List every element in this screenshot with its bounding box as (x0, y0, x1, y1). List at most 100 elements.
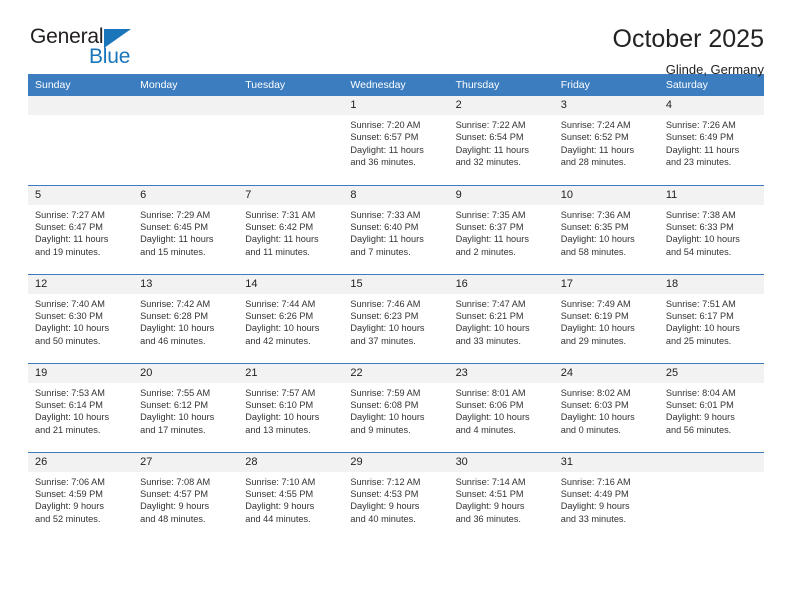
daylight-duration-line1: Daylight: 11 hours (665, 144, 740, 155)
sunset-time: Sunset: 4:57 PM (140, 488, 209, 499)
sunrise-time: Sunrise: 7:38 AM (665, 209, 736, 220)
calendar-day-cell-empty (133, 96, 239, 185)
calendar-day-cell[interactable]: 7 Sunrise: 7:31 AM Sunset: 6:42 PM Daylight… (238, 184, 344, 274)
day-number: 3 (553, 96, 659, 115)
daylight-duration-line1: Daylight: 9 hours (35, 501, 104, 512)
calendar-week-row: 5 Sunrise: 7:27 AM Sunset: 6:47 PM Daylight… (28, 184, 764, 274)
calendar-day-cell[interactable]: 11 Sunrise: 7:38 AM Sunset: 6:33 PM Dayligh… (658, 184, 764, 274)
sunset-time: Sunset: 6:17 PM (665, 310, 734, 321)
daylight-duration-line2: and 46 minutes. (140, 335, 206, 346)
calendar-day-cell[interactable]: 4 Sunrise: 7:26 AM Sunset: 6:49 PM Daylight… (658, 96, 764, 185)
calendar-day-cell[interactable]: 22 Sunrise: 7:59 AM Sunset: 6:08 PM Dayligh… (343, 362, 449, 452)
calendar-week-row: 12 Sunrise: 7:40 AM Sunset: 6:30 PM Dayligh… (28, 273, 764, 363)
calendar-body: 1 Sunrise: 7:20 AM Sunset: 6:57 PM Daylight… (28, 96, 764, 541)
sunrise-time: Sunrise: 7:06 AM (35, 476, 105, 487)
sunset-time: Sunset: 4:53 PM (350, 488, 419, 499)
day-number: 14 (238, 274, 344, 294)
daylight-duration-line1: Daylight: 10 hours (35, 412, 110, 423)
day-number: 29 (343, 452, 449, 472)
calendar-day-cell[interactable]: 14 Sunrise: 7:44 AM Sunset: 6:26 PM Dayligh… (238, 273, 344, 363)
calendar-day-cell[interactable]: 18 Sunrise: 7:51 AM Sunset: 6:17 PM Dayligh… (658, 273, 764, 363)
calendar-day-cell[interactable]: 23 Sunrise: 8:01 AM Sunset: 6:06 PM Dayligh… (448, 362, 554, 452)
sunset-time: Sunset: 4:49 PM (560, 488, 629, 499)
calendar-day-cell[interactable]: 16 Sunrise: 7:47 AM Sunset: 6:21 PM Dayligh… (448, 273, 554, 363)
sunset-time: Sunset: 6:37 PM (455, 221, 524, 232)
sunset-time: Sunset: 6:28 PM (140, 310, 209, 321)
calendar-day-cell[interactable]: 21 Sunrise: 7:57 AM Sunset: 6:10 PM Dayligh… (238, 362, 344, 452)
page-header: General Blue October 2025 Glinde, German… (28, 0, 765, 76)
daylight-duration-line1: Daylight: 9 hours (455, 501, 525, 512)
daylight-duration-line2: and 25 minutes. (665, 335, 732, 346)
day-number (28, 96, 134, 115)
calendar-day-cell[interactable]: 1 Sunrise: 7:20 AM Sunset: 6:57 PM Daylight… (343, 96, 449, 185)
day-details: Sunrise: 7:20 AM Sunset: 6:57 PM Daylight:… (343, 115, 448, 169)
calendar-day-cell[interactable]: 26 Sunrise: 7:06 AM Sunset: 4:59 PM Dayligh… (28, 451, 134, 541)
sunset-time: Sunset: 4:59 PM (35, 488, 103, 499)
day-number: 22 (343, 363, 449, 383)
day-number: 2 (448, 96, 554, 115)
daylight-duration-line2: and 28 minutes. (560, 157, 627, 168)
calendar-day-cell[interactable]: 3 Sunrise: 7:24 AM Sunset: 6:52 PM Daylight… (553, 96, 659, 185)
calendar-day-cell[interactable]: 10 Sunrise: 7:36 AM Sunset: 6:35 PM Dayligh… (553, 184, 659, 274)
sunset-time: Sunset: 6:01 PM (665, 399, 734, 410)
daylight-duration-line2: and 40 minutes. (350, 513, 416, 524)
calendar-day-cell[interactable]: 29 Sunrise: 7:12 AM Sunset: 4:53 PM Dayligh… (343, 451, 449, 541)
calendar-day-cell[interactable]: 9 Sunrise: 7:35 AM Sunset: 6:37 PM Daylight… (448, 184, 554, 274)
day-number: 26 (28, 452, 134, 472)
daylight-duration-line2: and 32 minutes. (455, 157, 521, 168)
daylight-duration-line1: Daylight: 10 hours (455, 323, 530, 334)
calendar-day-cell[interactable]: 24 Sunrise: 8:02 AM Sunset: 6:03 PM Dayligh… (553, 362, 659, 452)
daylight-duration-line2: and 9 minutes. (350, 424, 411, 435)
weekday-header-wednesday: Wednesday (343, 74, 449, 96)
sunset-time: Sunset: 6:21 PM (455, 310, 524, 321)
calendar-week-row: 19 Sunrise: 7:53 AM Sunset: 6:14 PM Dayligh… (28, 362, 764, 452)
logo-text-blue: Blue (89, 45, 131, 68)
calendar-day-cell[interactable]: 12 Sunrise: 7:40 AM Sunset: 6:30 PM Dayligh… (28, 273, 134, 363)
day-details: Sunrise: 7:10 AM Sunset: 4:55 PM Daylight:… (238, 472, 343, 526)
sunset-time: Sunset: 6:40 PM (350, 221, 419, 232)
calendar-day-cell[interactable]: 15 Sunrise: 7:46 AM Sunset: 6:23 PM Dayligh… (343, 273, 449, 363)
calendar-day-cell[interactable]: 28 Sunrise: 7:10 AM Sunset: 4:55 PM Dayligh… (238, 451, 344, 541)
calendar-day-cell[interactable]: 17 Sunrise: 7:49 AM Sunset: 6:19 PM Dayligh… (553, 273, 659, 363)
day-details: Sunrise: 7:12 AM Sunset: 4:53 PM Daylight:… (343, 472, 448, 526)
calendar-day-cell[interactable]: 2 Sunrise: 7:22 AM Sunset: 6:54 PM Daylight… (448, 96, 554, 185)
calendar-day-cell-empty (658, 451, 764, 541)
day-number: 18 (658, 274, 764, 294)
logo-text-general: General (30, 25, 104, 48)
sunset-time: Sunset: 6:26 PM (245, 310, 314, 321)
sunrise-time: Sunrise: 7:24 AM (560, 120, 631, 130)
calendar-day-cell[interactable]: 19 Sunrise: 7:53 AM Sunset: 6:14 PM Dayligh… (28, 362, 134, 452)
day-details: Sunrise: 7:26 AM Sunset: 6:49 PM Daylight:… (659, 115, 764, 169)
sunrise-time: Sunrise: 7:59 AM (350, 387, 421, 398)
sunrise-time: Sunrise: 7:51 AM (665, 298, 736, 309)
sunset-time: Sunset: 6:03 PM (560, 399, 629, 410)
daylight-duration-line1: Daylight: 11 hours (455, 144, 529, 155)
daylight-duration-line2: and 44 minutes. (245, 513, 311, 524)
calendar-day-cell[interactable]: 25 Sunrise: 8:04 AM Sunset: 6:01 PM Dayligh… (658, 362, 764, 452)
daylight-duration-line2: and 33 minutes. (560, 513, 627, 524)
calendar-day-cell[interactable]: 27 Sunrise: 7:08 AM Sunset: 4:57 PM Dayligh… (133, 451, 239, 541)
sunset-time: Sunset: 6:35 PM (560, 221, 629, 232)
day-number (238, 96, 344, 115)
day-details: Sunrise: 7:46 AM Sunset: 6:23 PM Daylight:… (343, 294, 448, 348)
calendar-day-cell[interactable]: 31 Sunrise: 7:16 AM Sunset: 4:49 PM Dayligh… (553, 451, 659, 541)
calendar-day-cell[interactable]: 30 Sunrise: 7:14 AM Sunset: 4:51 PM Dayligh… (448, 451, 554, 541)
daylight-duration-line2: and 58 minutes. (560, 246, 627, 257)
daylight-duration-line2: and 50 minutes. (35, 335, 101, 346)
sunrise-time: Sunrise: 7:31 AM (245, 209, 316, 220)
title-block: October 2025 Glinde, Germany (613, 25, 765, 76)
calendar-day-cell[interactable]: 13 Sunrise: 7:42 AM Sunset: 6:28 PM Dayligh… (133, 273, 239, 363)
calendar-day-cell[interactable]: 8 Sunrise: 7:33 AM Sunset: 6:40 PM Daylight… (343, 184, 449, 274)
calendar-day-cell[interactable]: 20 Sunrise: 7:55 AM Sunset: 6:12 PM Dayligh… (133, 362, 239, 452)
day-details: Sunrise: 7:31 AM Sunset: 6:42 PM Daylight:… (238, 205, 343, 259)
day-details: Sunrise: 7:47 AM Sunset: 6:21 PM Daylight:… (449, 294, 554, 348)
calendar-day-cell[interactable]: 5 Sunrise: 7:27 AM Sunset: 6:47 PM Daylight… (28, 184, 134, 274)
sunrise-time: Sunrise: 7:12 AM (350, 476, 421, 487)
daylight-duration-line2: and 21 minutes. (35, 424, 101, 435)
day-number: 31 (553, 452, 659, 472)
calendar-day-cell[interactable]: 6 Sunrise: 7:29 AM Sunset: 6:45 PM Daylight… (133, 184, 239, 274)
sunset-time: Sunset: 6:08 PM (350, 399, 419, 410)
calendar-day-cell-empty (238, 96, 344, 185)
daylight-duration-line2: and 36 minutes. (350, 157, 416, 168)
daylight-duration-line1: Daylight: 10 hours (35, 323, 110, 334)
